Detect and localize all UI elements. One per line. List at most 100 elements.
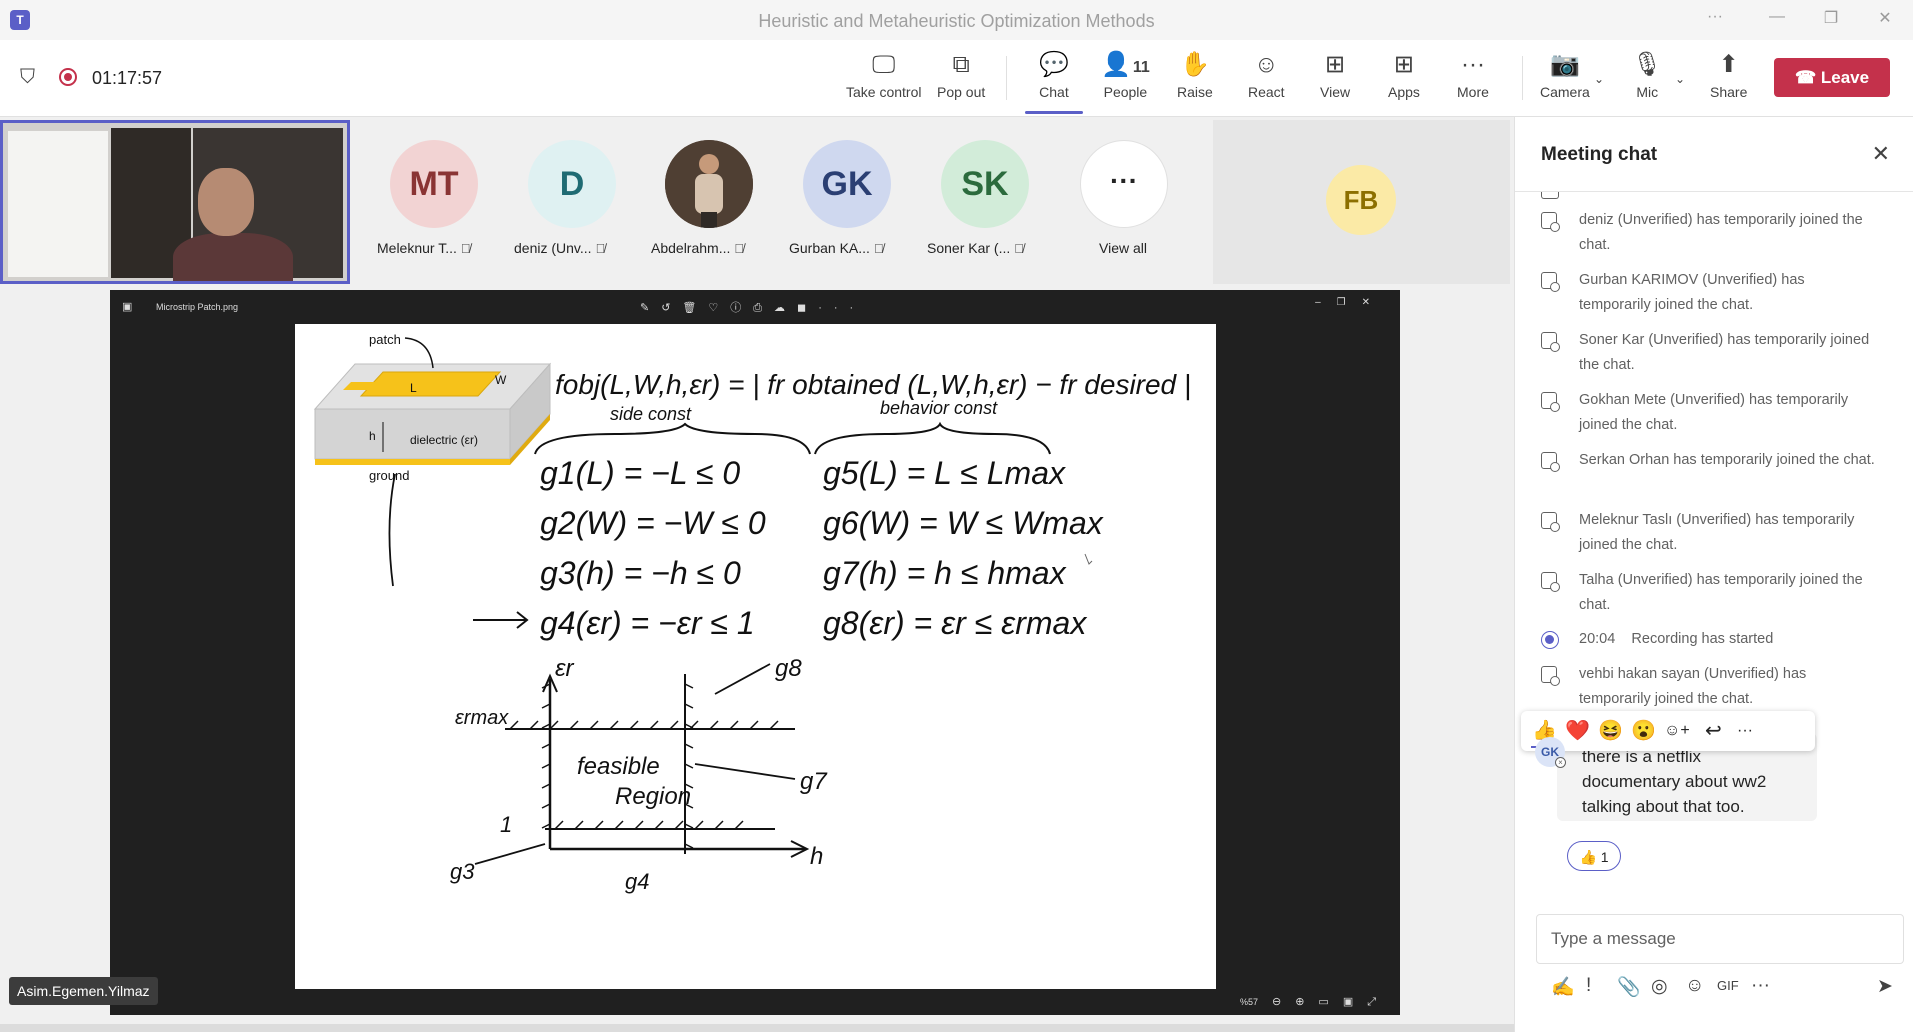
presenter-video[interactable] — [0, 120, 350, 284]
ellipsis-icon: ··· — [1460, 51, 1485, 78]
maximize-button[interactable]: ❐ — [1819, 8, 1843, 28]
handwritten-notes: patch L W h dielectric (εr) ground fobj(… — [313, 332, 1191, 894]
presenter-body — [173, 233, 293, 281]
reply-icon[interactable]: ↩ — [1705, 720, 1722, 742]
attach-icon[interactable]: 📎 — [1617, 975, 1641, 999]
apps-button[interactable]: ⊞ Apps — [1388, 50, 1420, 100]
viewer-window-controls: –❐✕ — [1315, 297, 1386, 308]
laugh-reaction-icon[interactable]: 😆 — [1598, 720, 1623, 742]
share-icon: ⬆ — [1718, 51, 1739, 78]
constraint-g2: g2(W) = −W ≤ 0 — [540, 505, 766, 541]
constraint-g1: g1(L) = −L ≤ 0 — [540, 455, 740, 491]
video-background-curtain — [8, 131, 108, 277]
objective-function: fobj(L,W,h,εr) = | fr obtained (L,W,h,εr… — [555, 369, 1191, 400]
more-button[interactable]: ··· More — [1457, 50, 1489, 100]
mic-button[interactable]: 🎙 Mic — [1632, 50, 1662, 100]
label-one: 1 — [500, 812, 512, 837]
join-icon — [1541, 192, 1559, 199]
share-button[interactable]: ⬆ Share — [1710, 50, 1747, 100]
mic-off-icon: 🎙̸ — [595, 241, 606, 256]
chat-message-text: there is a netflix documentary about ww2… — [1582, 747, 1767, 816]
participant-tile-fb[interactable]: FB — [1213, 120, 1510, 284]
join-icon — [1541, 212, 1560, 232]
more-options-icon[interactable]: ··· — [1703, 8, 1727, 26]
message-input[interactable] — [1537, 915, 1903, 963]
viewer-footer-icons: ⊖⊕▭▣⤢ — [1272, 996, 1391, 1008]
heart-reaction-icon[interactable]: ❤️ — [1565, 720, 1590, 742]
send-icon[interactable]: ➤ — [1877, 975, 1893, 998]
mic-off-icon: 🎙̸ — [873, 241, 884, 256]
format-icon[interactable]: ✍ — [1551, 975, 1575, 999]
add-reaction-icon[interactable]: ☺+ — [1664, 720, 1690, 742]
important-icon[interactable]: ! — [1586, 975, 1591, 997]
join-icon — [1541, 666, 1560, 686]
presenter-name-label: Asim.Egemen.Yilmaz — [9, 977, 158, 1005]
close-window-button[interactable]: ✕ — [1873, 8, 1897, 28]
participant-avatar[interactable]: GK — [803, 140, 891, 228]
participant-name: Abdelrahm... 🎙̸ — [651, 240, 745, 256]
recording-timer: 01:17:57 — [92, 68, 163, 88]
mic-off-icon: 🎙̸ — [460, 241, 471, 256]
pop-out-icon: ⧉ — [952, 51, 970, 78]
join-icon — [1541, 392, 1560, 412]
toolbar-divider — [1006, 56, 1007, 100]
message-reaction-count[interactable]: 👍 1 — [1567, 841, 1621, 871]
more-options-icon[interactable]: ··· — [1751, 975, 1770, 997]
mic-chevron-down-icon[interactable]: ⌄ — [1675, 72, 1685, 86]
label-ermax: εrmax — [455, 707, 509, 729]
participant-avatar: FB — [1326, 165, 1396, 235]
view-all-button[interactable]: ··· — [1080, 140, 1168, 228]
image-viewer-icon: ▣ — [122, 301, 133, 313]
participant-avatar-photo[interactable] — [665, 140, 753, 228]
phone-hangup-icon: ☎ — [1794, 68, 1817, 87]
behavior-const-label: behavior const — [880, 398, 998, 418]
label-L: L — [410, 381, 417, 395]
chat-icon: 💬 — [1039, 51, 1069, 78]
shield-icon[interactable]: ⛉ — [20, 66, 35, 89]
label-patch: patch — [369, 332, 401, 347]
chat-panel-title: Meeting chat — [1541, 144, 1658, 165]
participant-avatar[interactable]: MT — [390, 140, 478, 228]
profile-photo — [665, 140, 753, 228]
participant-name: Meleknur T... 🎙̸ — [377, 240, 471, 256]
chat-button[interactable]: 💬 Chat — [1039, 50, 1069, 100]
participant-avatar[interactable]: D — [528, 140, 616, 228]
surprised-reaction-icon[interactable]: 😮 — [1631, 720, 1656, 742]
gif-icon[interactable]: GIF — [1717, 978, 1739, 993]
minimize-button[interactable]: — — [1765, 8, 1789, 26]
view-all-label: View all — [1099, 240, 1147, 256]
close-icon[interactable]: ✕ — [1872, 141, 1890, 167]
constraint-g6: g6(W) = W ≤ Wmax — [823, 505, 1104, 541]
axis-label-er: εr — [555, 655, 575, 682]
mic-off-icon: 🎙̸ — [734, 241, 745, 256]
label-g7: g7 — [800, 768, 828, 795]
compose-toolbar: ✍ ! 📎 ◎ ☺ GIF ··· ➤ — [1551, 975, 1901, 1005]
participant-name: Soner Kar (... 🎙̸ — [927, 240, 1024, 256]
presenter-head — [198, 168, 254, 236]
more-actions-icon[interactable]: ··· — [1737, 720, 1753, 742]
emoji-icon[interactable]: ☺ — [1685, 975, 1704, 997]
recording-icon — [1541, 631, 1559, 649]
label-dielectric: dielectric (εr) — [410, 433, 478, 447]
viewer-toolbar-icons: ✎↺🗑♡ⓘ⎙☁◼··· — [640, 302, 866, 314]
participant-avatar[interactable]: SK — [941, 140, 1029, 228]
take-control-button[interactable]: 🖵 Take control — [846, 50, 921, 100]
view-button[interactable]: ⊞ View — [1320, 50, 1350, 100]
join-icon — [1541, 272, 1560, 292]
join-icon — [1541, 512, 1560, 532]
label-ground: ground — [369, 468, 409, 483]
loop-icon[interactable]: ◎ — [1651, 975, 1668, 998]
shared-screen[interactable]: ▣ Microstrip Patch.png ✎↺🗑♡ⓘ⎙☁◼··· –❐✕ p… — [110, 290, 1400, 1015]
label-feasible: feasible — [577, 753, 660, 780]
label-g3: g3 — [450, 859, 475, 884]
leave-button[interactable]: ☎ Leave — [1774, 58, 1890, 97]
camera-button[interactable]: 📷 Camera — [1540, 50, 1590, 100]
people-button[interactable]: 👤 11 People — [1101, 50, 1150, 100]
raise-hand-button[interactable]: ✋ Raise — [1177, 50, 1213, 100]
pop-out-button[interactable]: ⧉ Pop out — [937, 50, 985, 100]
shared-file-title: Microstrip Patch.png — [156, 302, 239, 312]
react-button[interactable]: ☺ React — [1248, 50, 1285, 100]
camera-chevron-down-icon[interactable]: ⌄ — [1594, 72, 1604, 86]
constraint-g8: g8(εr) = εr ≤ εrmax — [823, 605, 1087, 641]
join-icon — [1541, 332, 1560, 352]
